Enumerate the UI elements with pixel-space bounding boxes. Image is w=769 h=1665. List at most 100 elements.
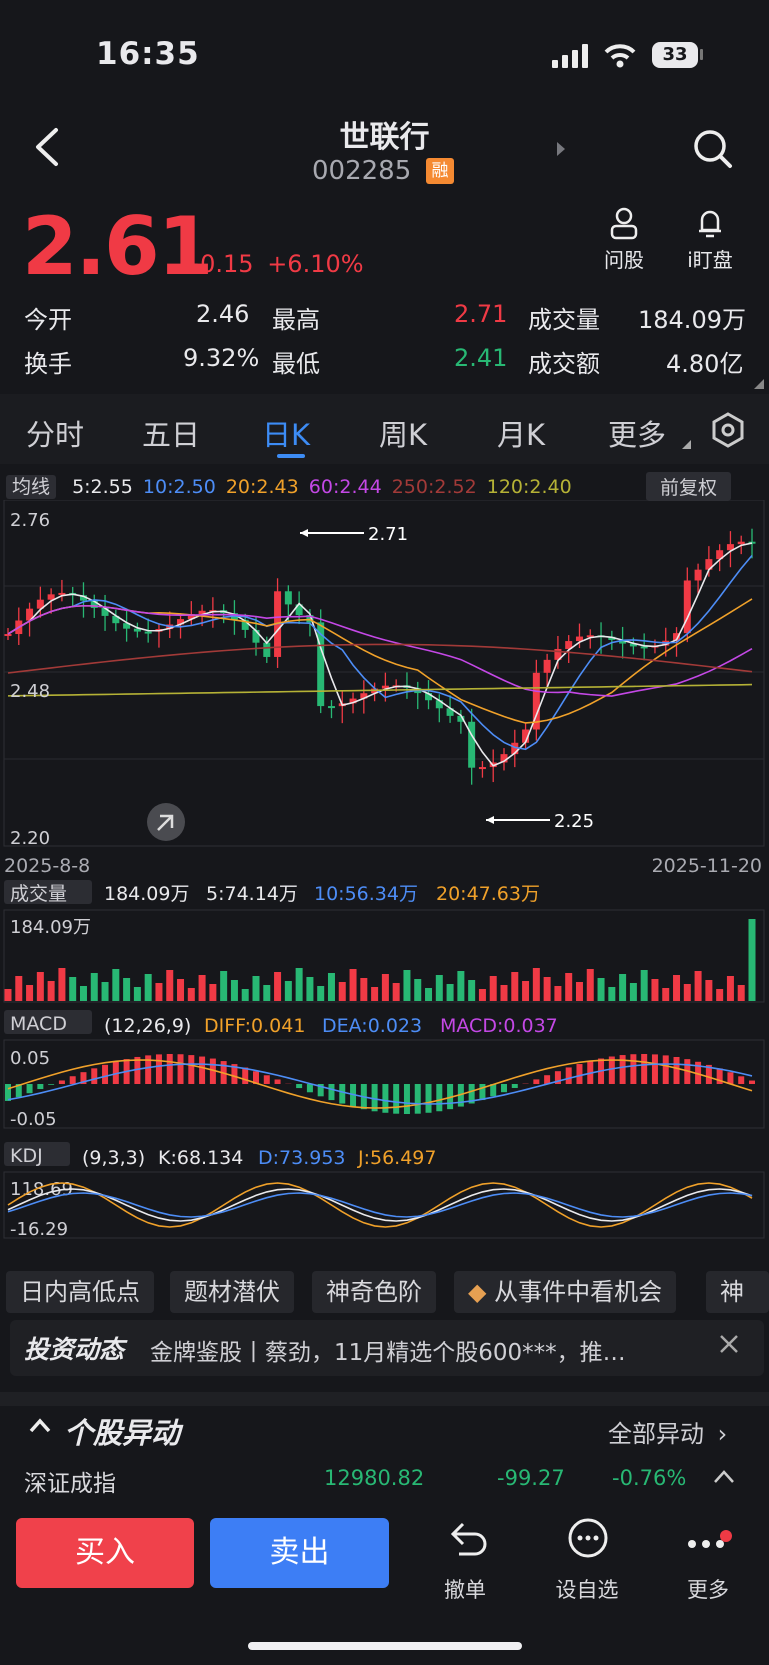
macd-bar [651,1054,658,1084]
volume-bar [565,973,573,1001]
tab-weekly-k[interactable]: 周K [379,412,427,454]
kdj-j-line [7,1182,753,1228]
watch-button[interactable]: i盯盘 [680,206,740,273]
ask-stock-button[interactable]: 问股 [596,206,652,273]
add-favorite-label[interactable]: 设自选 [537,1574,637,1604]
low-value: 2.41 [454,344,508,372]
volume-bar [446,984,454,1001]
volume-bar [435,975,443,1001]
volume-bar [58,968,66,1001]
macd-bar [436,1084,443,1112]
candle-body [543,659,551,673]
candle-body [683,580,691,634]
volume-bar [425,988,433,1001]
volume-bar [101,982,109,1001]
index-pct: -0.76% [612,1466,687,1490]
expand-corner-icon[interactable] [754,374,764,393]
amount-label: 成交额 [528,350,600,378]
tab-more[interactable]: 更多 [608,412,666,454]
volume-bar [748,919,756,1001]
buy-button[interactable]: 买入 [16,1518,194,1588]
volume-bar [166,970,174,1001]
close-icon[interactable] [718,1333,740,1359]
volume-bar [252,976,260,1001]
volume-bar [478,989,486,1001]
all-abnormal-link[interactable]: 全部异动 › [608,1414,727,1449]
undo-icon[interactable] [445,1518,489,1562]
volume-bar [187,988,195,1001]
macd-bar [69,1076,76,1084]
sell-button[interactable]: 卖出 [210,1518,389,1588]
macd-bar [641,1054,648,1084]
volume-bar [36,972,44,1001]
volume-bar [47,981,55,1001]
macd-bar [177,1054,184,1084]
favorite-icon[interactable] [566,1516,610,1564]
tab-monthly-k[interactable]: 月K [497,412,545,454]
ma5: 5:2.55 [72,476,133,498]
volume-bar [317,986,325,1001]
adjust-selector[interactable]: 前复权 [646,472,732,501]
index-change: -99.27 [497,1466,565,1490]
kline-chart[interactable]: 2.76 2.48 2.20 2.71 2.25 2025-8-8 2025-1… [0,500,769,1240]
macd-bar [673,1056,680,1084]
volume-bar [155,983,163,1001]
candle-body [327,706,335,709]
news-tag: 投资动态 [24,1335,125,1364]
chip-color-scale[interactable]: 神奇色阶 [312,1271,436,1313]
more-dots-icon[interactable] [686,1530,732,1558]
chip-events[interactable]: ◆ 从事件中看机会 [454,1271,677,1313]
cancel-order-label[interactable]: 撤单 [415,1574,515,1604]
settings-icon[interactable] [710,412,746,452]
tab-active-indicator [277,454,305,458]
ma-selector[interactable]: 均线 [6,475,57,499]
signal-icon [552,44,590,72]
battery-icon: 33 [652,42,698,68]
more-label[interactable]: 更多 [658,1574,758,1604]
macd-bar [5,1084,11,1101]
volume-bar [177,979,185,1001]
macd-axis-bottom: -0.05 [10,1109,57,1130]
volume-axis-top: 184.09万 [10,917,91,938]
watch-label: i盯盘 [687,248,733,272]
macd-bar [749,1080,755,1084]
low-marker-label: 2.25 [554,811,594,832]
chip-theme[interactable]: 题材潜伏 [170,1271,294,1313]
next-stock-icon[interactable] [555,140,567,162]
chip-magic[interactable]: 神奇 [706,1271,769,1348]
candle-body [737,541,745,545]
volume-bar [306,977,314,1001]
high-label: 最高 [272,306,320,334]
volume-bar [726,976,734,1001]
macd-bar [102,1064,109,1084]
volume-bar [575,982,583,1001]
volume-bar [716,989,724,1001]
ma120: 120:2.40 [486,476,572,498]
chip-intraday[interactable]: 日内高低点 [6,1271,154,1313]
wifi-icon [604,44,636,72]
price-change: +0.15 +6.10% [180,250,364,278]
volume-bar [673,975,681,1001]
macd-bar [155,1054,162,1084]
macd-bar [576,1064,583,1084]
kdj-k-line [7,1188,753,1222]
volume-m5: 5:74.14万 [206,883,298,905]
kdj-label: KDJ [10,1145,43,1167]
tab-daily-k[interactable]: 日K [262,412,310,454]
tab-minute[interactable]: 分时 [26,412,84,454]
high-value: 2.71 [454,300,508,328]
search-icon[interactable] [692,128,734,174]
macd-bar [662,1055,669,1084]
expand-index-icon[interactable] [712,1468,736,1488]
change-pct: +6.10% [267,250,364,278]
volume-bar [532,968,540,1001]
volume-bar [457,971,465,1001]
open-value: 2.46 [196,300,250,328]
high-marker-arrow [300,529,308,537]
volume-bar [274,972,282,1001]
collapse-icon[interactable] [28,1416,52,1438]
kdj-lines-group [7,1182,753,1228]
tab-5day[interactable]: 五日 [142,412,200,454]
volume-bar [112,969,120,1001]
candle-body [263,642,271,657]
